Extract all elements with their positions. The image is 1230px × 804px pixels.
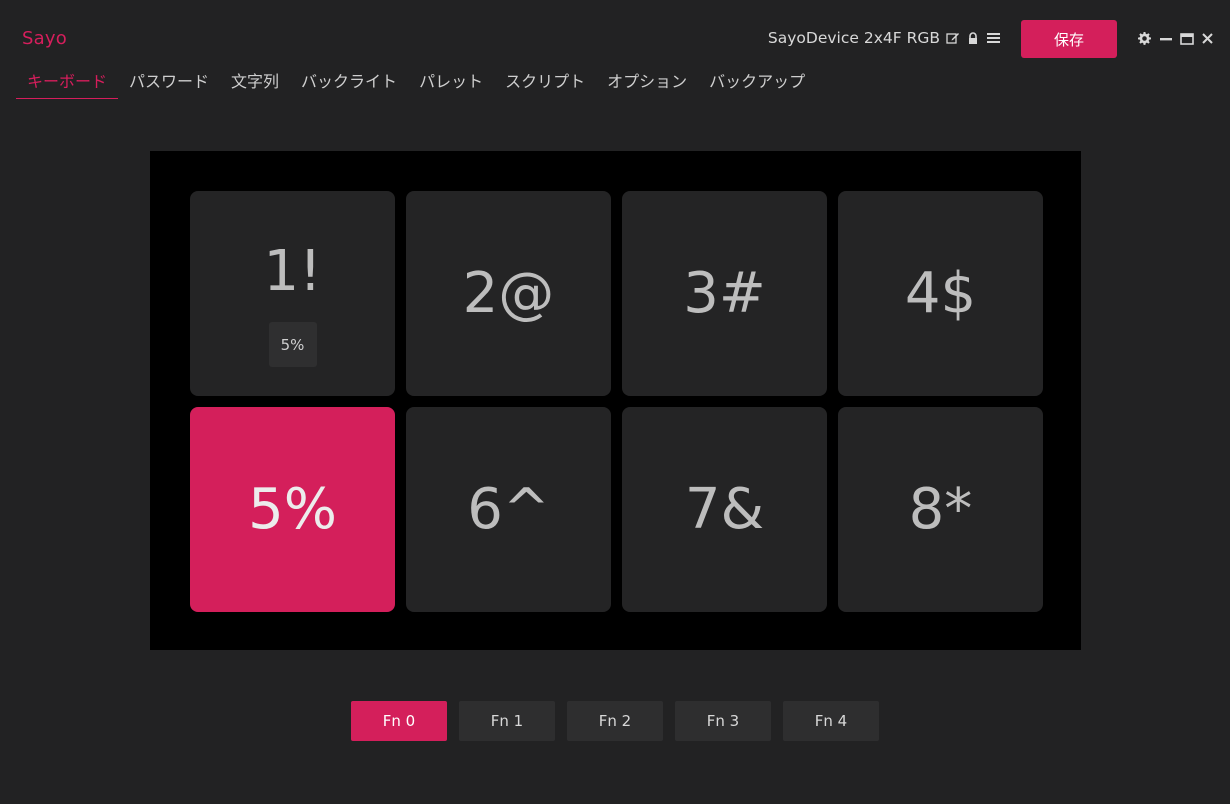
- key-5-selected[interactable]: 5%: [190, 407, 395, 612]
- key-label: 7&: [684, 476, 765, 542]
- maximize-icon[interactable]: [1179, 31, 1194, 46]
- key-3[interactable]: 3#: [622, 191, 827, 396]
- key-secondary-label: 5%: [268, 322, 317, 367]
- fn-layer-1-button[interactable]: Fn 1: [459, 701, 555, 741]
- main-tabs: キーボード パスワード 文字列 バックライト パレット スクリプト オプション …: [16, 70, 816, 100]
- lock-icon[interactable]: [966, 31, 980, 45]
- key-6[interactable]: 6^: [406, 407, 611, 612]
- key-label: 3#: [683, 260, 766, 326]
- tab-keyboard[interactable]: キーボード: [16, 70, 119, 99]
- key-8[interactable]: 8*: [838, 407, 1043, 612]
- key-label: 5%: [248, 476, 337, 542]
- device-name: SayoDevice 2x4F RGB: [767, 29, 940, 47]
- key-label: 4$: [904, 260, 977, 326]
- app-window: Sayo SayoDevice 2x4F RGB 保存 キーボード パスワード …: [0, 0, 1230, 804]
- key-label: 1!: [263, 239, 322, 304]
- key-1[interactable]: 1! 5%: [190, 191, 395, 396]
- window-controls: [1137, 31, 1215, 46]
- key-label: 2@: [462, 260, 555, 326]
- tab-password[interactable]: パスワード: [118, 70, 220, 98]
- save-button[interactable]: 保存: [1021, 20, 1117, 58]
- key-2[interactable]: 2@: [406, 191, 611, 396]
- fn-layer-3-button[interactable]: Fn 3: [675, 701, 771, 741]
- fn-layer-2-button[interactable]: Fn 2: [567, 701, 663, 741]
- fn-layer-4-button[interactable]: Fn 4: [783, 701, 879, 741]
- fn-layer-0-button[interactable]: Fn 0: [351, 701, 447, 741]
- gear-icon[interactable]: [1137, 31, 1152, 46]
- fn-layer-selector: Fn 0 Fn 1 Fn 2 Fn 3 Fn 4: [351, 701, 879, 741]
- menu-icon[interactable]: [986, 31, 1000, 45]
- tab-string[interactable]: 文字列: [220, 70, 290, 98]
- keypad-panel: 1! 5% 2@ 3# 4$ 5% 6^ 7& 8*: [150, 151, 1081, 650]
- tab-backlight[interactable]: バックライト: [290, 70, 408, 98]
- key-4[interactable]: 4$: [838, 191, 1043, 396]
- key-label: 8*: [908, 476, 973, 542]
- close-icon[interactable]: [1200, 31, 1215, 46]
- tab-options[interactable]: オプション: [596, 70, 698, 98]
- minimize-icon[interactable]: [1158, 31, 1173, 46]
- key-7[interactable]: 7&: [622, 407, 827, 612]
- edit-icon[interactable]: [946, 31, 960, 45]
- app-brand: Sayo: [22, 28, 67, 49]
- tab-script[interactable]: スクリプト: [494, 70, 596, 98]
- tab-backup[interactable]: バックアップ: [698, 70, 816, 98]
- tab-palette[interactable]: パレット: [408, 70, 494, 98]
- key-label: 6^: [467, 476, 550, 542]
- device-header: SayoDevice 2x4F RGB: [768, 29, 1000, 47]
